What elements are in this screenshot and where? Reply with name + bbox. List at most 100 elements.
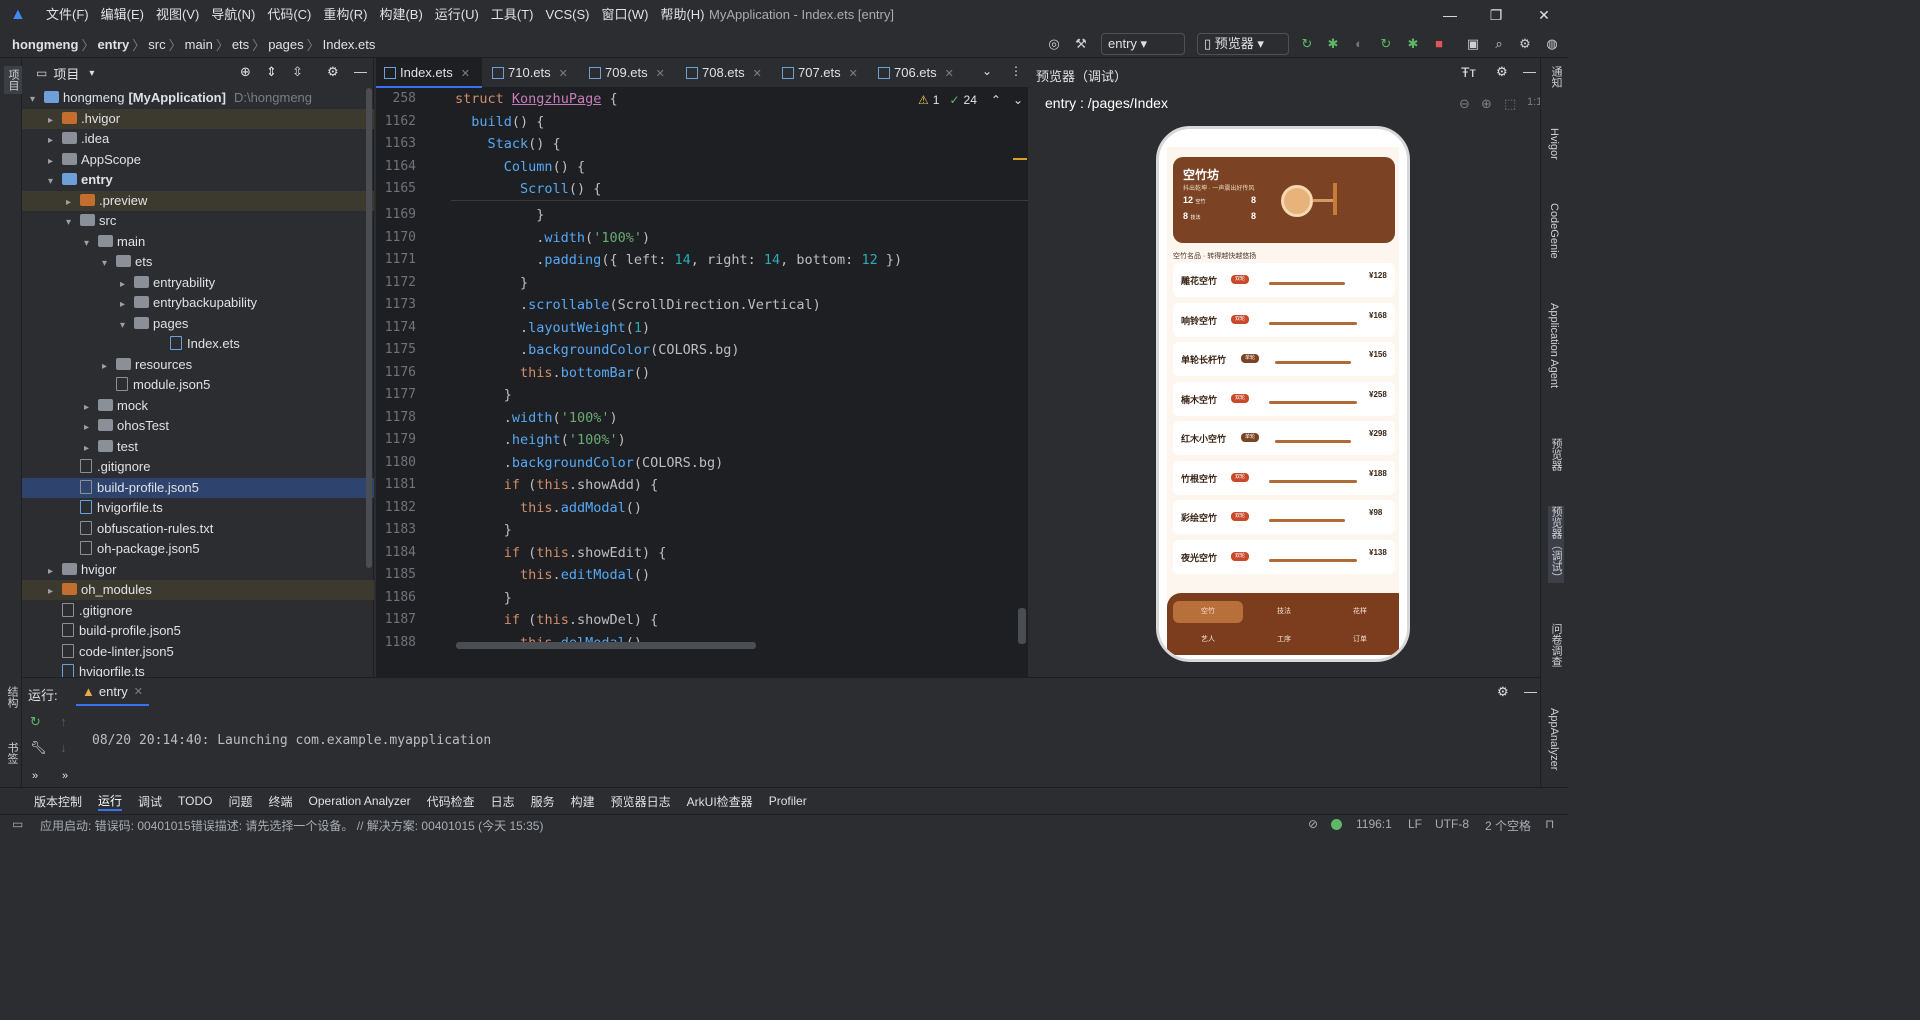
tree-item[interactable]: build-profile.json5: [22, 477, 374, 498]
zoom-out-icon[interactable]: ⊖: [1459, 96, 1470, 112]
toolstrip-item[interactable]: 运行: [98, 792, 123, 811]
chevron-right-icon[interactable]: ▸: [48, 131, 62, 151]
right-tool-7[interactable]: AppAnalyzer: [1548, 708, 1560, 770]
menu-item[interactable]: VCS(S): [539, 0, 595, 30]
tree-item[interactable]: .gitignore: [22, 457, 374, 477]
down-arrow-icon[interactable]: ↓: [60, 740, 67, 755]
tabs-dropdown-icon[interactable]: ⌄: [982, 64, 992, 78]
code-line[interactable]: Column() {: [455, 156, 585, 178]
tree-item[interactable]: ▾ ets: [22, 252, 374, 272]
tree-item[interactable]: ▸ ohosTest: [22, 416, 374, 436]
breadcrumb-item[interactable]: hongmeng: [12, 37, 78, 52]
run-tab-entry[interactable]: ▲ entry ✕: [76, 678, 149, 706]
code-line[interactable]: Stack() {: [455, 133, 561, 155]
chevron-right-icon[interactable]: ▸: [48, 562, 62, 582]
code-line[interactable]: }: [455, 272, 528, 294]
expand-icon[interactable]: »: [32, 770, 38, 782]
close-icon[interactable]: ✕: [1534, 5, 1554, 25]
tab-709-ets[interactable]: 709.ets ✕: [581, 58, 675, 88]
toolstrip-item[interactable]: 调试: [138, 793, 162, 810]
tree-item[interactable]: ▸ AppScope: [22, 150, 374, 170]
tree-item[interactable]: hvigorfile.ts: [22, 662, 374, 677]
code-area[interactable]: struct KongzhuPage { build() { Stack() {…: [376, 88, 1028, 653]
close-icon[interactable]: ✕: [849, 68, 858, 80]
device-combo[interactable]: ▯ 预览器 ▾: [1197, 33, 1289, 55]
debug-icon[interactable]: ✱: [1324, 35, 1342, 53]
attach-icon[interactable]: ◐: [1350, 35, 1368, 53]
tab-708-ets[interactable]: 708.ets ✕: [678, 58, 772, 88]
tree-item[interactable]: ▾ entry: [22, 170, 374, 190]
close-icon[interactable]: ✕: [134, 685, 143, 698]
editor-hscrollbar[interactable]: [456, 642, 756, 649]
right-tool-1[interactable]: Hvigor: [1548, 128, 1560, 160]
caret-position[interactable]: 1196:1: [1356, 817, 1392, 831]
product-card[interactable]: 响铃空竹 双轮 ¥168: [1173, 302, 1395, 337]
tree-scrollbar[interactable]: [366, 88, 372, 568]
chevron-down-icon[interactable]: ▾: [30, 90, 44, 110]
menu-item[interactable]: 工具(T): [485, 0, 540, 30]
code-line[interactable]: }: [455, 519, 512, 541]
file-encoding[interactable]: UTF-8: [1435, 817, 1469, 831]
chevron-down-icon[interactable]: ▾: [89, 68, 94, 79]
bottom-tab-2[interactable]: 花样: [1325, 601, 1395, 623]
code-line[interactable]: this.addModal(): [455, 497, 642, 519]
breadcrumb-file[interactable]: Index.ets: [323, 37, 376, 52]
breadcrumb-item[interactable]: pages: [268, 37, 303, 52]
toolstrip-item[interactable]: 问题: [229, 793, 253, 810]
toolstrip-item[interactable]: 终端: [269, 793, 293, 810]
project-tool-button[interactable]: 项目: [4, 66, 22, 94]
minimize-icon[interactable]: —: [1440, 5, 1460, 25]
tab-706-ets[interactable]: 706.ets ✕: [870, 58, 964, 88]
menu-item[interactable]: 窗口(W): [596, 0, 655, 30]
tree-item[interactable]: Index.ets: [22, 334, 374, 354]
toolstrip-item[interactable]: 版本控制: [34, 793, 82, 810]
toolstrip-item[interactable]: 预览器日志: [611, 793, 671, 810]
power-save-icon[interactable]: ⊘: [1308, 817, 1318, 831]
tree-item[interactable]: ▸ .hvigor: [22, 108, 374, 129]
breadcrumb-item[interactable]: main: [185, 37, 213, 52]
code-line[interactable]: .scrollable(ScrollDirection.Vertical): [455, 294, 821, 316]
hide-icon[interactable]: —: [1524, 684, 1537, 699]
tree-item[interactable]: ▸ .preview: [22, 190, 374, 211]
tree-item[interactable]: ▸ .idea: [22, 129, 374, 149]
tree-item[interactable]: code-linter.json5: [22, 642, 374, 662]
toolstrip-item[interactable]: 代码检查: [427, 793, 475, 810]
close-icon[interactable]: ✕: [559, 68, 568, 80]
code-line[interactable]: .backgroundColor(COLORS.bg): [455, 339, 739, 361]
code-line[interactable]: .layoutWeight(1): [455, 317, 650, 339]
product-card[interactable]: 楠木空竹 双轮 ¥258: [1173, 381, 1395, 416]
bottom-tab-5[interactable]: 订单: [1325, 629, 1395, 651]
tab-710-ets[interactable]: 710.ets ✕: [484, 58, 578, 88]
menu-item[interactable]: 运行(U): [429, 0, 485, 30]
breadcrumb-item[interactable]: ets: [232, 37, 249, 52]
editor-vscrollbar[interactable]: [1018, 608, 1026, 644]
product-card[interactable]: 雕花空竹 双轮 ¥128: [1173, 263, 1395, 297]
menu-item[interactable]: 文件(F): [40, 0, 95, 30]
warning-marker[interactable]: [1013, 158, 1027, 160]
right-tool-2[interactable]: CodeGenie: [1548, 203, 1560, 259]
code-line[interactable]: .backgroundColor(COLORS.bg): [455, 452, 723, 474]
breadcrumb-item[interactable]: entry: [97, 37, 129, 52]
bottom-tab-1[interactable]: 技法: [1249, 601, 1319, 623]
device-manager-icon[interactable]: ▣: [1464, 35, 1482, 53]
bottom-tab-3[interactable]: 艺人: [1173, 629, 1243, 651]
collapse-all-icon[interactable]: ⇳: [292, 64, 303, 80]
menu-item[interactable]: 构建(B): [373, 0, 428, 30]
product-card[interactable]: 竹根空竹 双轮 ¥188: [1173, 460, 1395, 495]
toolstrip-item[interactable]: ArkUI检查器: [687, 793, 753, 810]
right-tool-3[interactable]: Application Agent: [1548, 303, 1560, 388]
hide-icon[interactable]: —: [354, 64, 367, 79]
code-line[interactable]: if (this.showEdit) {: [455, 542, 667, 564]
tree-item[interactable]: build-profile.json5: [22, 621, 374, 641]
tree-item[interactable]: .gitignore: [22, 601, 374, 621]
structure-tool-button[interactable]: 结构: [4, 686, 20, 708]
chevron-down-icon[interactable]: ▾: [66, 213, 80, 233]
tree-item[interactable]: ▾ main: [22, 232, 374, 252]
chevron-right-icon[interactable]: ▸: [48, 582, 62, 602]
chevron-down-icon[interactable]: ▾: [120, 316, 134, 336]
close-icon[interactable]: ✕: [656, 68, 665, 80]
bookmarks-tool-button[interactable]: 书签: [4, 742, 20, 764]
inspection-widget[interactable]: ⚠ 1 ✓ 24 ⌃ ⌄: [918, 93, 1023, 107]
up-arrow-icon[interactable]: ↑: [60, 714, 67, 729]
tree-item[interactable]: oh-package.json5: [22, 539, 374, 559]
